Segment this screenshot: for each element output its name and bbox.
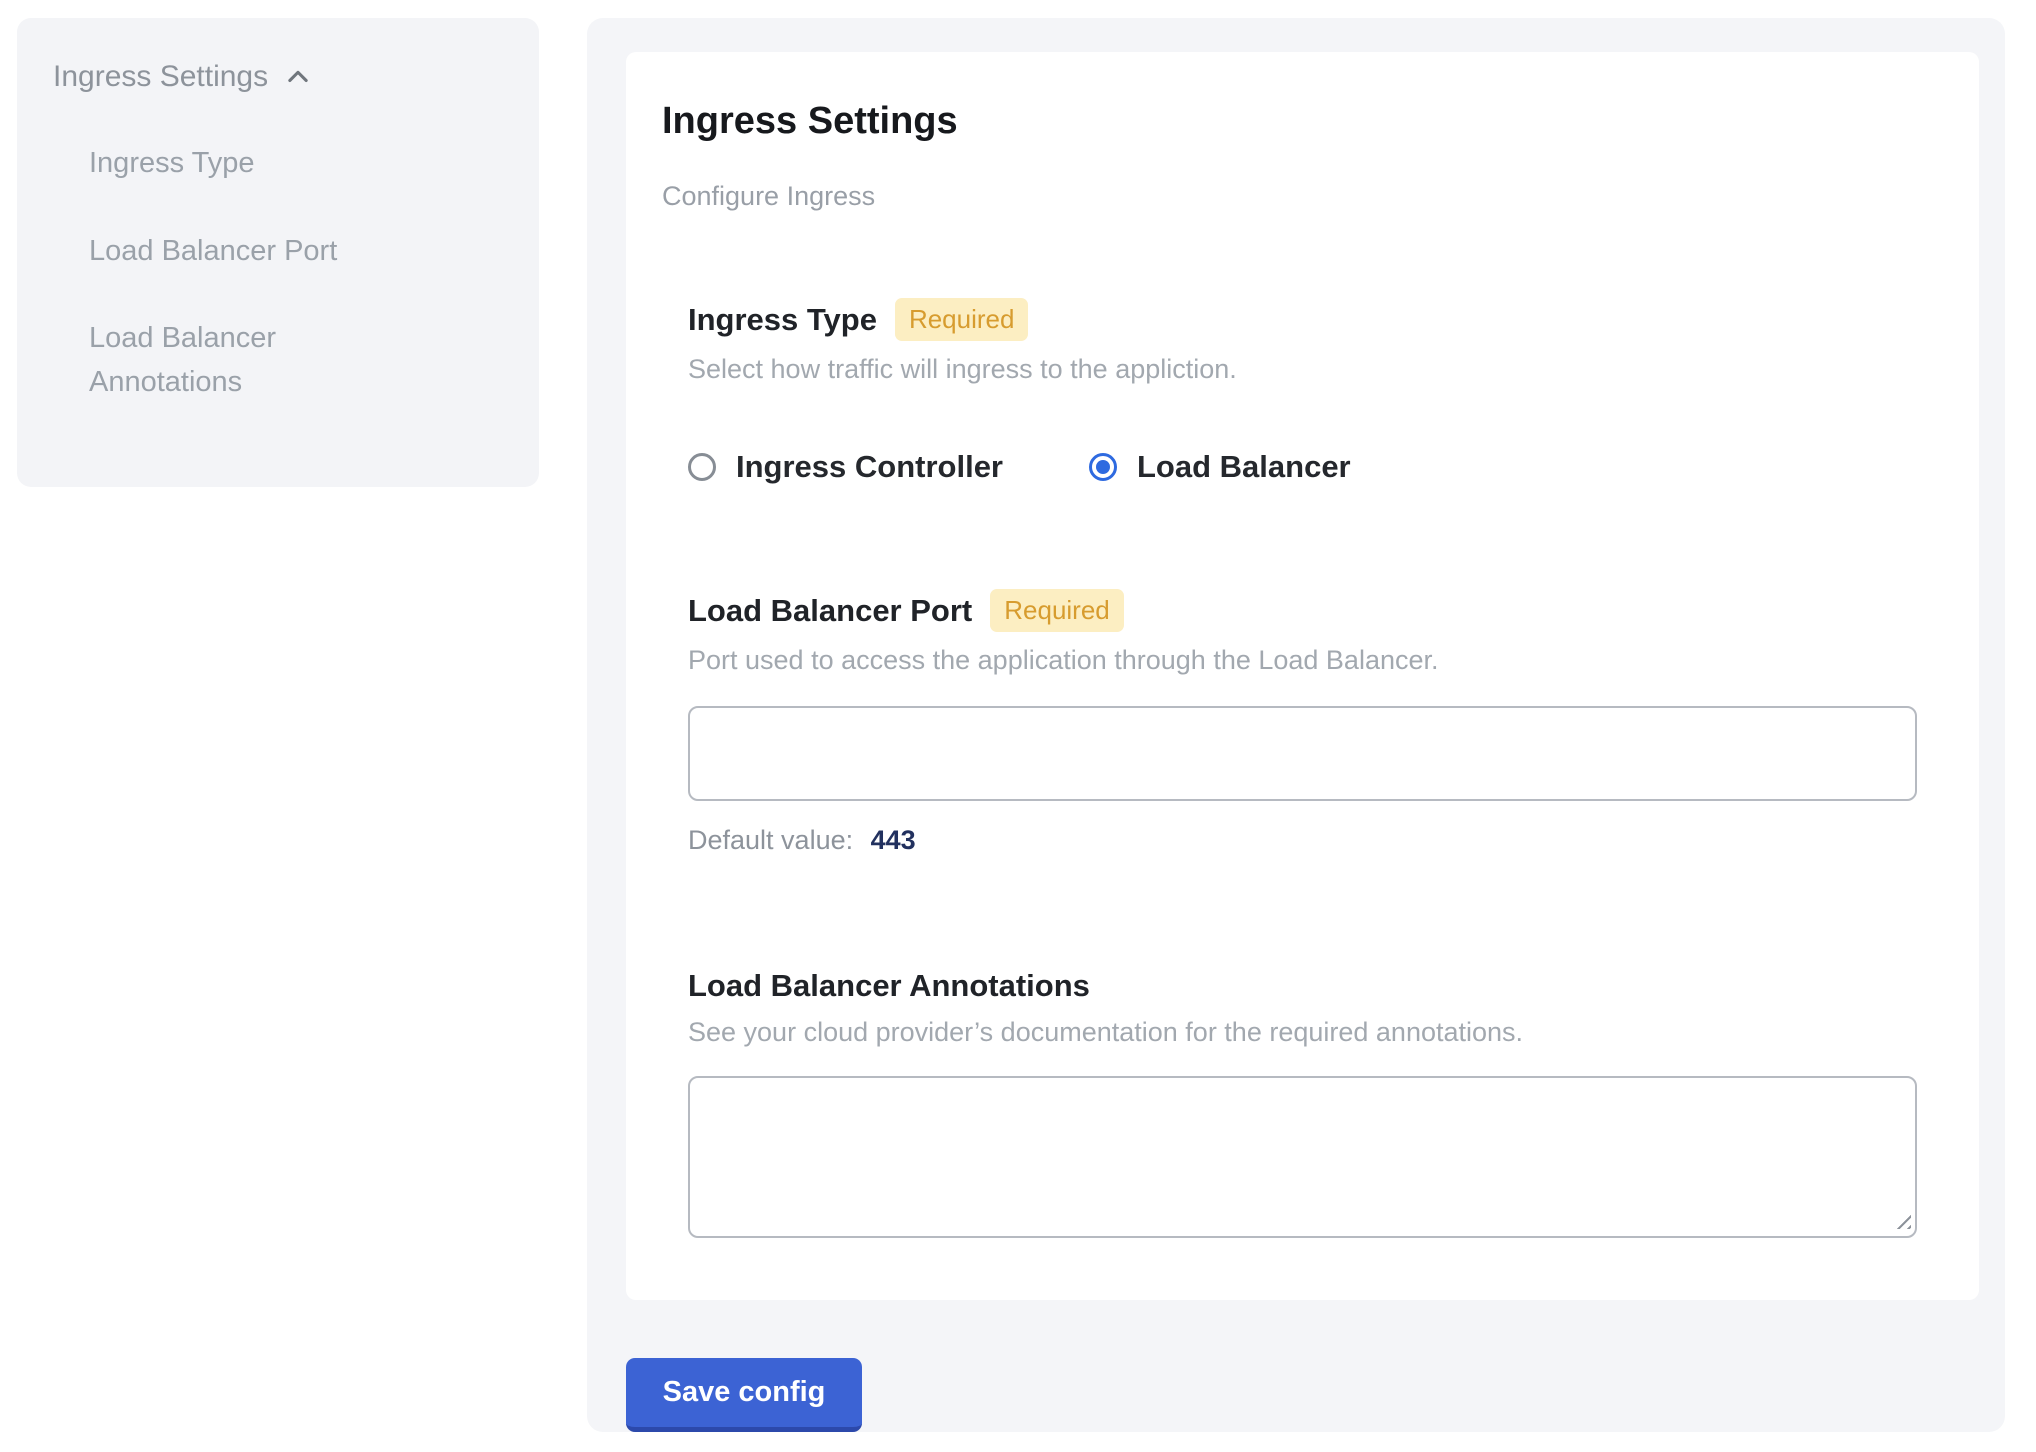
sidebar-item-load-balancer-annotations[interactable]: Load Balancer Annotations (89, 317, 399, 404)
ingress-type-description: Select how traffic will ingress to the a… (688, 354, 1917, 385)
default-value-label: Default value: (688, 825, 853, 855)
ingress-type-label: Ingress Type (688, 302, 877, 338)
page-title: Ingress Settings (662, 100, 1943, 143)
radio-load-balancer-label: Load Balancer (1137, 449, 1351, 485)
settings-sidebar: Ingress Settings Ingress Type Load Balan… (17, 18, 539, 487)
required-badge: Required (990, 589, 1124, 632)
default-value-line: Default value: 443 (688, 825, 1917, 856)
radio-load-balancer[interactable] (1089, 453, 1117, 481)
radio-option-ingress-controller[interactable]: Ingress Controller (688, 449, 1003, 485)
radio-ingress-controller-label: Ingress Controller (736, 449, 1003, 485)
load-balancer-annotations-textarea[interactable] (688, 1076, 1917, 1238)
radio-option-load-balancer[interactable]: Load Balancer (1089, 449, 1351, 485)
radio-ingress-controller[interactable] (688, 453, 716, 481)
section-load-balancer-annotations-head: Load Balancer Annotations (688, 968, 1917, 1004)
load-balancer-annotations-description: See your cloud provider’s documentation … (688, 1017, 1917, 1048)
load-balancer-annotations-field (688, 1076, 1917, 1238)
section-load-balancer-annotations: Load Balancer Annotations See your cloud… (688, 968, 1917, 1238)
chevron-up-icon (284, 63, 312, 91)
sidebar-item-list: Ingress Type Load Balancer Port Load Bal… (89, 142, 503, 404)
ingress-type-radio-group: Ingress Controller Load Balancer (688, 449, 1917, 485)
section-load-balancer-port-head: Load Balancer Port Required (688, 589, 1917, 632)
settings-panel: Ingress Settings Configure Ingress Ingre… (587, 18, 2005, 1432)
sidebar-section-label: Ingress Settings (53, 60, 268, 94)
save-config-button[interactable]: Save config (626, 1358, 862, 1432)
default-value: 443 (871, 825, 916, 855)
page-subtitle: Configure Ingress (662, 181, 1943, 212)
sidebar-section-ingress-settings[interactable]: Ingress Settings (53, 60, 503, 94)
load-balancer-port-description: Port used to access the application thro… (688, 645, 1917, 676)
load-balancer-port-input[interactable] (688, 706, 1917, 801)
sidebar-item-ingress-type[interactable]: Ingress Type (89, 142, 399, 186)
load-balancer-port-label: Load Balancer Port (688, 593, 972, 629)
ingress-settings-card: Ingress Settings Configure Ingress Ingre… (626, 52, 1979, 1300)
section-ingress-type-head: Ingress Type Required (688, 298, 1917, 341)
load-balancer-annotations-label: Load Balancer Annotations (688, 968, 1090, 1004)
required-badge: Required (895, 298, 1029, 341)
section-load-balancer-port: Load Balancer Port Required Port used to… (688, 589, 1917, 856)
sidebar-item-load-balancer-port[interactable]: Load Balancer Port (89, 230, 399, 274)
section-ingress-type: Ingress Type Required Select how traffic… (688, 298, 1917, 485)
